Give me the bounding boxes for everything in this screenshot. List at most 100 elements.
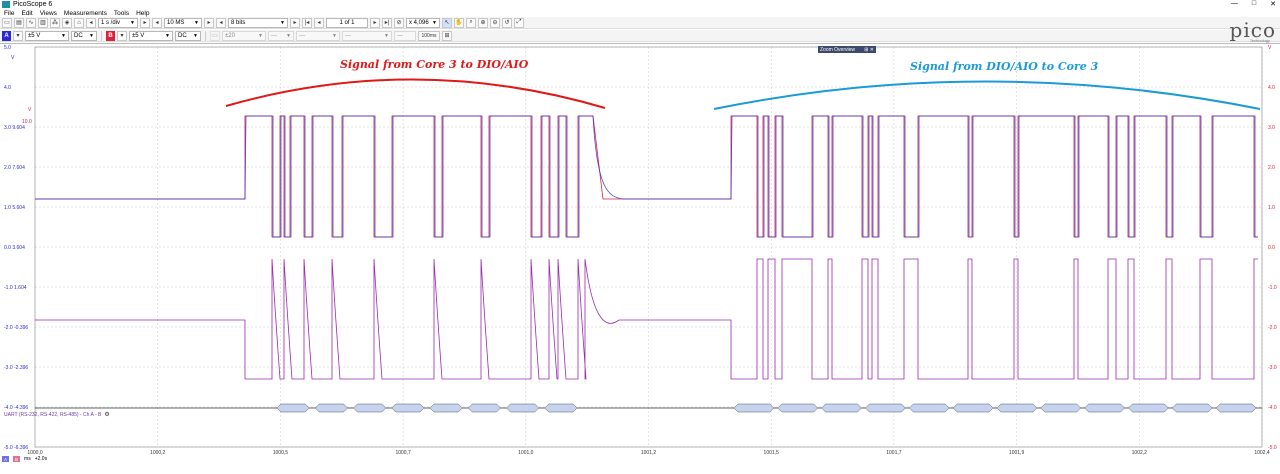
channel-b-trace [35, 115, 1258, 238]
channel-b-coupling-select[interactable]: DC ▼ [175, 30, 201, 41]
minimize-button[interactable]: — [1231, 0, 1238, 8]
spectrum-mode-icon[interactable]: ▥ [38, 17, 48, 28]
trigger-mode-icon[interactable]: ▭ [210, 30, 220, 41]
chevron-down-icon: ▼ [89, 32, 94, 39]
trigger-level-select[interactable]: --- ▼ [296, 30, 340, 41]
scope-plot[interactable]: 1000,0 1000,2 1000,5 1000,7 1001,0 1001,2 1001… [0, 44, 1280, 458]
trigger-delay-icon[interactable]: 100ms [418, 30, 440, 41]
y-axis-left-tick-label: -1.0 1.604 [4, 285, 27, 291]
resolution-decrease-icon[interactable]: ◂ [216, 17, 226, 28]
menu-edit[interactable]: Edit [21, 10, 32, 17]
trigger-position-select[interactable]: --- ▼ [342, 30, 392, 41]
serial-decoder-label: UART (RS-232, RS-422, RS-485) - Ch A - B… [4, 411, 110, 419]
chevron-down-icon: ▼ [286, 32, 291, 39]
y-axis-right-tick-label: -3.0 [1268, 365, 1277, 371]
timebase-decrease-icon[interactable]: ◂ [86, 17, 96, 28]
trigger-range-select[interactable]: ±20 ▼ [222, 30, 266, 41]
y-axis-left-tick-label: -2.0 -0.396 [4, 325, 28, 331]
save-file-icon[interactable]: ▤ [14, 17, 24, 28]
channel-b-range: ±5 V [132, 32, 145, 39]
zoom-level-select[interactable]: x 4,096 ▼ [406, 17, 440, 28]
decoder-packet [996, 403, 1038, 413]
y-axis-left-tick-label: 5.0 [4, 45, 11, 51]
menu-file[interactable]: File [4, 10, 14, 17]
clear-buffer-icon[interactable]: ⊘ [394, 17, 404, 28]
resolution-increase-icon[interactable]: ▸ [290, 17, 300, 28]
select-pointer-icon[interactable]: ↖ [442, 17, 452, 28]
channel-a-badge[interactable]: A [2, 30, 11, 41]
zoom-region-icon[interactable]: ⌕ [466, 17, 476, 28]
picoscope-app-icon [2, 1, 10, 8]
channel-b-badge[interactable]: B [106, 30, 115, 41]
channel-b-options-icon[interactable]: ▾ [117, 30, 127, 41]
hand-pan-icon[interactable]: ✋ [454, 17, 464, 28]
timebase-increase-icon[interactable]: ▸ [140, 17, 150, 28]
trigger-source-value: --- [271, 32, 277, 39]
menu-bar: File Edit Views Measurements Tools Help [0, 9, 1280, 17]
chevron-down-icon: ▼ [194, 19, 199, 26]
zoom-in-icon[interactable]: ⊕ [478, 17, 488, 28]
samples-decrease-icon[interactable]: ◂ [152, 17, 162, 28]
chevron-down-icon: ▼ [130, 19, 135, 26]
math-trace [35, 258, 1258, 380]
time-offset-label: +2.0s [34, 456, 48, 462]
y-axis-right-tick-label: -2.0 [1268, 325, 1277, 331]
gear-icon[interactable]: ⚙ [104, 411, 109, 418]
trigger-range-value: ±20 [225, 32, 235, 39]
pre-trigger-select[interactable]: --- [394, 30, 416, 41]
persistence-mode-icon[interactable]: ⁂ [50, 17, 60, 28]
y-axis-right-tick-label: 0.0 [1268, 245, 1275, 251]
y-axis-left-tick-label: -3.0 -2.396 [4, 365, 28, 371]
first-page-icon[interactable]: |◂ [302, 17, 312, 28]
prev-page-icon[interactable]: ◂ [314, 17, 324, 28]
trigger-source-select[interactable]: --- ▼ [268, 30, 294, 41]
decoder-packet [276, 403, 310, 413]
channel-a-coupling: DC [74, 32, 83, 39]
open-file-icon[interactable]: ▭ [2, 17, 12, 28]
waveform-rulers-icon[interactable]: ⊞ [442, 30, 452, 41]
scope-mode-icon[interactable]: ∿ [26, 17, 36, 28]
undo-zoom-icon[interactable]: ↺ [502, 17, 512, 28]
zoom-out-icon[interactable]: ⊖ [490, 17, 500, 28]
channel-b-coupling: DC [178, 32, 187, 39]
channel-a-options-icon[interactable]: ▾ [13, 30, 23, 41]
channel-a-coupling-select[interactable]: DC ▼ [71, 30, 97, 41]
channel-a-ruler-badge[interactable]: A [2, 456, 10, 462]
home-icon[interactable]: ⌂ [74, 17, 84, 28]
samples-select[interactable]: 10 MS ▼ [164, 17, 202, 28]
last-page-icon[interactable]: ▸| [382, 17, 392, 28]
decoder-packet [1040, 403, 1082, 413]
y-axis-right-tick-label: 4.0 [1268, 85, 1275, 91]
zoom-fit-icon[interactable]: ⤢ [514, 17, 524, 28]
timebase-select[interactable]: 1 s /div ▼ [98, 17, 138, 28]
menu-help[interactable]: Help [136, 10, 149, 17]
chevron-down-icon: ▼ [432, 19, 437, 26]
decoder-packet [1215, 403, 1257, 413]
resolution-select[interactable]: 8 bits ▼ [228, 17, 288, 28]
chevron-down-icon: ▼ [384, 32, 389, 39]
y-axis-left-tick-label: 1.0 5.604 [4, 205, 25, 211]
next-page-icon[interactable]: ▸ [370, 17, 380, 28]
decoder-packet [429, 403, 463, 413]
menu-measurements[interactable]: Measurements [64, 10, 107, 17]
time-unit-label: ms [24, 456, 31, 462]
channel-a-range-select[interactable]: ±5 V ▼ [25, 30, 69, 41]
y-axis-left-tick-label: 4.0 [4, 85, 11, 91]
annotation-dio-to-core3: Signal from DIO/AIO to Core 3 [910, 60, 1099, 73]
menu-tools[interactable]: Tools [114, 10, 129, 17]
menu-views[interactable]: Views [40, 10, 57, 17]
scope-view[interactable]: 1000,0 1000,2 1000,5 1000,7 1001,0 1001,2 1001… [0, 43, 1280, 457]
close-button[interactable]: ✕ [1270, 0, 1276, 8]
channel-b-ruler-badge[interactable]: B [13, 456, 21, 462]
chevron-down-icon: ▼ [258, 32, 263, 39]
zoom-overview-pin-icon[interactable]: ⊞ ✕ [864, 47, 874, 53]
annotation-arc-left [225, 78, 606, 109]
maximize-button[interactable]: □ [1252, 0, 1256, 8]
auto-setup-icon[interactable]: ◈ [62, 17, 72, 28]
trigger-level-value: --- [299, 32, 305, 39]
y-axis-right-tick-label: 2.0 [1268, 165, 1275, 171]
zoom-overview-title: Zoom Overview [820, 46, 856, 53]
channel-b-range-select[interactable]: ±5 V ▼ [129, 30, 173, 41]
zoom-overview-window[interactable]: Zoom Overview ⊞ ✕ [818, 46, 876, 53]
samples-increase-icon[interactable]: ▸ [204, 17, 214, 28]
